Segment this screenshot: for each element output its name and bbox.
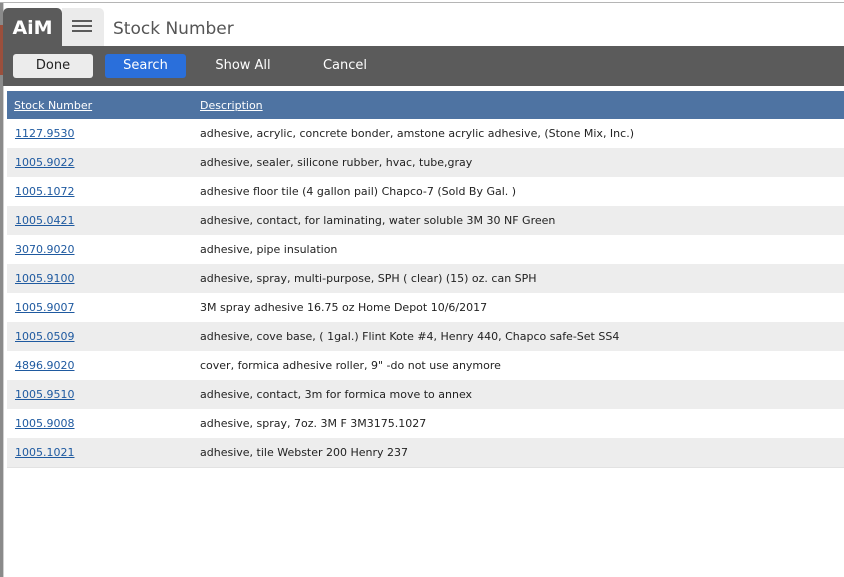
stock-number-link[interactable]: 1005.9510 xyxy=(15,388,75,401)
stock-number-cell: 1127.9530 xyxy=(7,119,200,148)
table-body: 1127.9530 adhesive, acrylic, concrete bon… xyxy=(7,119,844,468)
stock-number-cell: 1005.9007 xyxy=(7,293,200,322)
stock-number-link[interactable]: 3070.9020 xyxy=(15,243,75,256)
page-title: Stock Number xyxy=(113,19,234,39)
stock-number-link[interactable]: 1005.9008 xyxy=(15,417,75,430)
window-top-border xyxy=(0,2,844,3)
done-button[interactable]: Done xyxy=(13,54,93,78)
sort-stock-number-link[interactable]: Stock Number xyxy=(14,99,92,112)
stock-number-link[interactable]: 1005.1072 xyxy=(15,185,75,198)
stock-number-cell: 1005.0421 xyxy=(7,206,200,235)
table-row[interactable]: 1005.9008 adhesive, spray, 7oz. 3M F 3M31… xyxy=(7,409,844,438)
cancel-button[interactable]: Cancel xyxy=(315,54,375,78)
stock-number-cell: 4896.9020 xyxy=(7,351,200,380)
description-cell: adhesive, spray, multi-purpose, SPH ( cl… xyxy=(200,272,537,285)
header: AiM Stock Number xyxy=(3,8,844,46)
description-cell: cover, formica adhesive roller, 9" -do n… xyxy=(200,359,501,372)
description-cell: adhesive, contact, for laminating, water… xyxy=(200,214,556,227)
table-row[interactable]: 1005.9510 adhesive, contact, 3m for formi… xyxy=(7,380,844,409)
left-edge-inner-line xyxy=(3,3,4,577)
column-header-description[interactable]: Description xyxy=(200,91,844,119)
stock-number-cell: 1005.9008 xyxy=(7,409,200,438)
description-cell: adhesive, tile Webster 200 Henry 237 xyxy=(200,438,844,468)
app-window: AiM Stock Number Done Search Show All Ca… xyxy=(0,0,844,577)
stock-number-link[interactable]: 1005.9100 xyxy=(15,272,75,285)
toolbar: Done Search Show All Cancel xyxy=(3,46,844,86)
description-cell: adhesive, spray, 7oz. 3M F 3M3175.1027 xyxy=(200,417,427,430)
stock-number-cell: 1005.0509 xyxy=(7,322,200,351)
stock-number-link[interactable]: 1127.9530 xyxy=(15,127,75,140)
table-row[interactable]: 1005.1072 adhesive floor tile (4 gallon p… xyxy=(7,177,844,206)
table-row[interactable]: 4896.9020 cover, formica adhesive roller,… xyxy=(7,351,844,380)
table-row[interactable]: 1127.9530 adhesive, acrylic, concrete bon… xyxy=(7,119,844,148)
table-row[interactable]: 1005.0509 adhesive, cove base, ( 1gal.) F… xyxy=(7,322,844,351)
menu-icon-bar xyxy=(72,20,92,22)
stock-number-link[interactable]: 1005.0509 xyxy=(15,330,75,343)
column-header-stock-number[interactable]: Stock Number xyxy=(7,91,200,119)
sort-description-link[interactable]: Description xyxy=(200,99,263,112)
stock-number-link[interactable]: 4896.9020 xyxy=(15,359,75,372)
menu-icon-bar xyxy=(72,25,92,27)
menu-icon-bar xyxy=(72,30,92,32)
stock-number-link[interactable]: 1005.9007 xyxy=(15,301,75,314)
table-row[interactable]: 3070.9020 adhesive, pipe insulation xyxy=(7,235,844,264)
stock-number-cell: 1005.9510 xyxy=(7,380,200,409)
stock-number-cell: 1005.9100 xyxy=(7,264,200,293)
search-button[interactable]: Search xyxy=(105,54,186,78)
stock-number-cell: 1005.1072 xyxy=(7,177,200,206)
description-cell: 3M spray adhesive 16.75 oz Home Depot 10… xyxy=(200,301,488,314)
table-row[interactable]: 1005.0421 adhesive, contact, for laminati… xyxy=(7,206,844,235)
stock-number-cell: 1005.1021 xyxy=(7,438,200,468)
description-cell: adhesive, cove base, ( 1gal.) Flint Kote… xyxy=(200,330,620,343)
description-cell: adhesive, acrylic, concrete bonder, amst… xyxy=(200,127,634,140)
hamburger-menu-button[interactable] xyxy=(62,8,104,46)
table-row[interactable]: 1005.9100 adhesive, spray, multi-purpose,… xyxy=(7,264,844,293)
description-cell: adhesive, sealer, silicone rubber, hvac,… xyxy=(200,156,473,169)
stock-number-link[interactable]: 1005.1021 xyxy=(15,446,75,459)
results-table: Stock Number Description 1127.9530 adhesi… xyxy=(7,91,844,468)
aim-logo: AiM xyxy=(3,8,62,46)
table-header-row: Stock Number Description xyxy=(7,91,844,119)
stock-number-cell: 1005.9022 xyxy=(7,148,200,177)
table-row[interactable]: 1005.9007 3M spray adhesive 16.75 oz Home… xyxy=(7,293,844,322)
stock-number-link[interactable]: 1005.0421 xyxy=(15,214,75,227)
description-cell: adhesive, contact, 3m for formica move t… xyxy=(200,388,473,401)
stock-number-cell: 3070.9020 xyxy=(7,235,200,264)
description-cell: adhesive floor tile (4 gallon pail) Chap… xyxy=(200,185,517,198)
results-table-container: Stock Number Description 1127.9530 adhesi… xyxy=(7,91,844,468)
table-row[interactable]: 1005.9022 adhesive, sealer, silicone rubb… xyxy=(7,148,844,177)
stock-number-link[interactable]: 1005.9022 xyxy=(15,156,75,169)
table-row[interactable]: 1005.1021 adhesive, tile Webster 200 Henr… xyxy=(7,438,844,468)
description-cell: adhesive, pipe insulation xyxy=(200,243,338,256)
show-all-button[interactable]: Show All xyxy=(208,54,278,78)
